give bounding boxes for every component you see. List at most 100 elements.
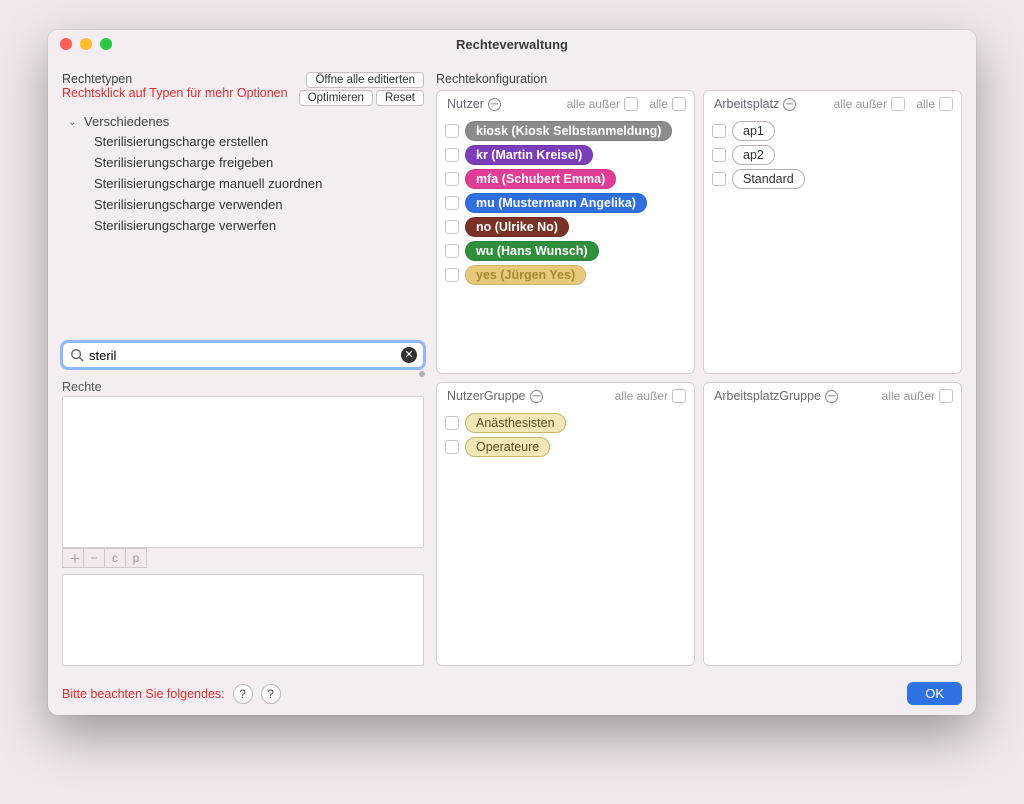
alle-ausser-label: alle außer — [615, 389, 668, 403]
item-checkbox[interactable] — [445, 268, 459, 282]
list-item: yes (Jürgen Yes) — [443, 263, 688, 287]
minus-circle-icon[interactable] — [783, 98, 796, 111]
titlebar: Rechteverwaltung — [48, 30, 976, 58]
open-all-button[interactable]: Öffne alle editierten — [306, 72, 424, 88]
panel-title: Nutzer — [447, 97, 484, 111]
user-pill[interactable]: wu (Hans Wunsch) — [465, 241, 599, 261]
user-pill[interactable]: kiosk (Kiosk Selbstanmeldung) — [465, 121, 672, 141]
item-checkbox[interactable] — [445, 244, 459, 258]
reset-button[interactable]: Reset — [376, 90, 424, 106]
panel-nutzer: Nutzer alle außer alle — [436, 90, 695, 374]
user-pill[interactable]: no (Ulrike No) — [465, 217, 569, 237]
minus-circle-icon[interactable] — [530, 390, 543, 403]
item-checkbox[interactable] — [712, 148, 726, 162]
item-checkbox[interactable] — [445, 172, 459, 186]
add-button[interactable]: ＋ — [62, 548, 84, 568]
tree-item[interactable]: Sterilisierungscharge freigeben — [62, 152, 424, 173]
panel-arbeitsplatz: Arbeitsplatz alle außer alle — [703, 90, 962, 374]
arbeitsplatz-list: ap1 ap2 Standard — [704, 117, 961, 373]
list-item: kr (Martin Kreisel) — [443, 143, 688, 167]
type-tree: ⌄ Verschiedenes Sterilisierungscharge er… — [62, 110, 424, 338]
rechte-label: Rechte — [62, 380, 424, 394]
nutzer-list: kiosk (Kiosk Selbstanmeldung) kr (Martin… — [437, 117, 694, 373]
group-pill[interactable]: Anästhesisten — [465, 413, 566, 433]
alle-ausser-checkbox[interactable] — [672, 389, 686, 403]
list-item: Operateure — [443, 435, 688, 459]
minus-circle-icon[interactable] — [825, 390, 838, 403]
item-checkbox[interactable] — [445, 220, 459, 234]
copy-button[interactable]: c — [104, 548, 126, 568]
remove-button[interactable]: − — [83, 548, 105, 568]
tree-item[interactable]: Sterilisierungscharge erstellen — [62, 131, 424, 152]
footer: Bitte beachten Sie folgendes: ? ? OK — [48, 676, 976, 715]
alle-ausser-checkbox[interactable] — [624, 97, 638, 111]
item-checkbox[interactable] — [445, 440, 459, 454]
right-column: Rechtekonfiguration Nutzer alle außer — [436, 72, 962, 666]
user-pill[interactable]: mfa (Schubert Emma) — [465, 169, 616, 189]
splitter-handle[interactable] — [419, 371, 425, 377]
alle-label: alle — [649, 97, 668, 111]
window-title: Rechteverwaltung — [48, 37, 976, 52]
item-checkbox[interactable] — [445, 124, 459, 138]
list-item: wu (Hans Wunsch) — [443, 239, 688, 263]
workstation-pill[interactable]: ap2 — [732, 145, 775, 165]
alle-ausser-checkbox[interactable] — [939, 389, 953, 403]
minus-circle-icon[interactable] — [488, 98, 501, 111]
item-checkbox[interactable] — [445, 416, 459, 430]
rechte-list — [62, 396, 424, 548]
alle-checkbox[interactable] — [939, 97, 953, 111]
group-pill[interactable]: Operateure — [465, 437, 550, 457]
tree-item[interactable]: Sterilisierungscharge manuell zuordnen — [62, 173, 424, 194]
content: Rechtetypen Rechtsklick auf Typen für me… — [48, 58, 976, 676]
help-icon[interactable]: ? — [261, 684, 281, 704]
item-checkbox[interactable] — [712, 172, 726, 186]
detail-box — [62, 574, 424, 666]
rechtekonfiguration-label: Rechtekonfiguration — [436, 72, 962, 86]
list-item: ap2 — [710, 143, 955, 167]
alle-ausser-label: alle außer — [882, 389, 935, 403]
list-item: ap1 — [710, 119, 955, 143]
rechte-toolbar: ＋ − c p — [62, 548, 424, 568]
item-checkbox[interactable] — [445, 148, 459, 162]
tree-item[interactable]: Sterilisierungscharge verwenden — [62, 194, 424, 215]
search-wrap: ✕ — [62, 342, 424, 368]
left-header: Rechtetypen Rechtsklick auf Typen für me… — [62, 72, 424, 106]
panel-grid: Nutzer alle außer alle — [436, 90, 962, 666]
alle-ausser-label: alle außer — [834, 97, 887, 111]
clear-icon[interactable]: ✕ — [401, 347, 417, 363]
list-item: no (Ulrike No) — [443, 215, 688, 239]
panel-title: NutzerGruppe — [447, 389, 526, 403]
nutzergruppe-list: Anästhesisten Operateure — [437, 409, 694, 665]
optimize-button[interactable]: Optimieren — [299, 90, 373, 106]
tree-group[interactable]: ⌄ Verschiedenes — [62, 110, 424, 131]
tree-item[interactable]: Sterilisierungscharge verwerfen — [62, 215, 424, 236]
item-checkbox[interactable] — [712, 124, 726, 138]
paste-button[interactable]: p — [125, 548, 147, 568]
chevron-down-icon[interactable]: ⌄ — [68, 117, 76, 128]
user-pill[interactable]: kr (Martin Kreisel) — [465, 145, 593, 165]
user-pill[interactable]: yes (Jürgen Yes) — [465, 265, 586, 285]
search-icon — [70, 348, 84, 362]
rechtetypen-label: Rechtetypen — [62, 72, 299, 86]
workstation-pill[interactable]: ap1 — [732, 121, 775, 141]
list-item: mfa (Schubert Emma) — [443, 167, 688, 191]
alle-ausser-checkbox[interactable] — [891, 97, 905, 111]
search-input[interactable] — [62, 342, 424, 368]
panel-title: ArbeitsplatzGruppe — [714, 389, 821, 403]
workstation-pill[interactable]: Standard — [732, 169, 805, 189]
item-checkbox[interactable] — [445, 196, 459, 210]
panel-arbeitsplatzgruppe: ArbeitsplatzGruppe alle außer — [703, 382, 962, 666]
alle-checkbox[interactable] — [672, 97, 686, 111]
panel-nutzergruppe: NutzerGruppe alle außer Anästhesisten — [436, 382, 695, 666]
user-pill[interactable]: mu (Mustermann Angelika) — [465, 193, 647, 213]
help-icon[interactable]: ? — [233, 684, 253, 704]
arbeitsplatzgruppe-list — [704, 409, 961, 665]
alle-label: alle — [916, 97, 935, 111]
left-column: Rechtetypen Rechtsklick auf Typen für me… — [62, 72, 424, 666]
context-hint: Rechtsklick auf Typen für mehr Optionen — [62, 86, 299, 100]
list-item: kiosk (Kiosk Selbstanmeldung) — [443, 119, 688, 143]
ok-button[interactable]: OK — [907, 682, 962, 705]
list-item: mu (Mustermann Angelika) — [443, 191, 688, 215]
list-item: Standard — [710, 167, 955, 191]
footer-warning: Bitte beachten Sie folgendes: — [62, 687, 225, 701]
